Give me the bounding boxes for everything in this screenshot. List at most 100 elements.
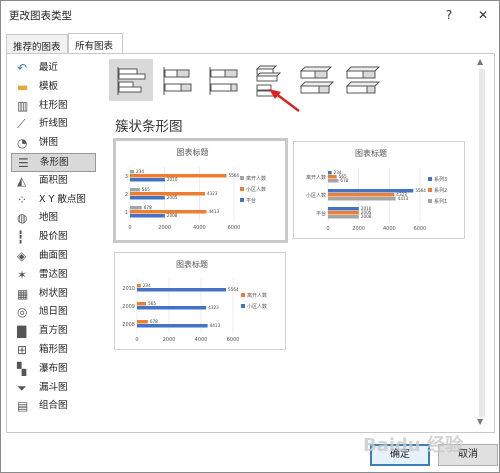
tab-all-charts[interactable]: 所有图表 xyxy=(68,33,123,54)
stacked-bar-icon xyxy=(163,67,192,95)
chart-title: 图表标题 xyxy=(177,147,209,157)
pie-chart-icon: ◔ xyxy=(17,136,28,151)
category-label: 小区人数 xyxy=(306,192,326,199)
chart-preview-2[interactable]: 图表标题 0 2000 4000 6000 平台 2008 2005 2010 小区人数 4413 4… xyxy=(293,141,465,239)
sidebar-item-label: 树状图 xyxy=(39,287,68,299)
sidebar-item-label: 箱形图 xyxy=(39,343,68,355)
category-label: 离开人数 xyxy=(306,174,326,181)
sidebar-item-label: 地图 xyxy=(39,212,59,224)
bar xyxy=(137,284,141,288)
sidebar-item-label: 柱形图 xyxy=(39,99,68,111)
stock-chart-icon: ┇ xyxy=(17,230,25,245)
category-label: 2009 xyxy=(122,304,135,310)
data-label: 2008 xyxy=(167,213,178,218)
data-label: 678 xyxy=(150,319,158,324)
histogram-chart-icon: ▇ xyxy=(17,324,27,339)
sidebar-item-sunburst-chart[interactable]: ◎ 旭日图 xyxy=(11,303,96,322)
sidebar-item-column-chart[interactable]: ▥ 柱形图 xyxy=(11,97,96,116)
sidebar-item-combo-chart[interactable]: ▤ 组合图 xyxy=(11,397,96,416)
sidebar-item-area-chart[interactable]: ◭ 面积图 xyxy=(11,172,96,191)
data-label: 4323 xyxy=(396,192,407,197)
x-tick-label: 6000 xyxy=(227,337,240,343)
red-arrow-annotation xyxy=(269,89,300,112)
data-label: 2010 xyxy=(361,206,372,211)
chart-preview-1[interactable]: 图表标题 0 2000 4000 6000 1 2008 4413 678 2 2005 4323 56… xyxy=(113,138,288,243)
sidebar-item-funnel-chart[interactable]: ⏷ 漏斗图 xyxy=(11,379,96,398)
data-label: 678 xyxy=(144,205,152,210)
category-label: 3 xyxy=(125,174,128,180)
sidebar-item-waterfall-chart[interactable]: ▚ 瀑布图 xyxy=(11,360,96,379)
bar xyxy=(137,306,207,310)
bar-chart-2: 图表标题0 2000 4000 6000平台 200820052010小区人数 44134… xyxy=(306,148,447,232)
legend-swatch xyxy=(428,177,432,181)
subtype-3d-100-stacked-bar[interactable] xyxy=(339,59,383,101)
subtype-100-stacked-bar[interactable] xyxy=(201,59,245,101)
bar xyxy=(328,207,359,211)
sidebar-item-scatter-chart[interactable]: ⁘ X Y 散点图 xyxy=(11,191,96,210)
legend-label: 小区人数 xyxy=(246,186,266,193)
x-tick-label: 0 xyxy=(326,226,329,232)
vertical-scrollbar[interactable]: ▲ ▼ xyxy=(473,57,491,429)
scatter-chart-icon: ⁘ xyxy=(17,192,28,207)
bar xyxy=(130,196,165,200)
tab-recommended-charts[interactable]: 推荐的图表 xyxy=(6,34,68,54)
sidebar-item-radar-chart[interactable]: ✶ 雷达图 xyxy=(11,266,96,285)
x-tick-label: 4000 xyxy=(383,226,396,232)
sidebar-item-label: 饼图 xyxy=(39,137,59,149)
subtype-clustered-bar[interactable] xyxy=(109,59,153,101)
category-label: 2 xyxy=(125,192,128,198)
sidebar-item-folder[interactable]: ▬ 模板 xyxy=(11,78,96,97)
legend-swatch xyxy=(241,293,245,297)
x-tick-label: 6000 xyxy=(228,225,241,231)
sidebar-item-stock-chart[interactable]: ┇ 股价图 xyxy=(11,228,96,247)
legend-label: 平台 xyxy=(246,197,256,204)
sidebar-item-histogram-chart[interactable]: ▇ 直方图 xyxy=(11,322,96,341)
percent-stacked-bar-icon xyxy=(209,67,238,95)
close-button[interactable]: ✕ xyxy=(473,5,493,25)
legend-label: 离开人数 xyxy=(247,292,267,299)
legend-label: 小区人数 xyxy=(247,303,267,310)
data-label: 2005 xyxy=(167,195,178,200)
sidebar-item-map-chart[interactable]: ◍ 地图 xyxy=(11,209,96,228)
scroll-track[interactable] xyxy=(479,69,485,417)
bar xyxy=(328,175,337,179)
sidebar-item-bar-chart[interactable]: ☰ 条形图 xyxy=(11,152,96,172)
watermark: Baidu 经验 xyxy=(359,427,499,463)
x-tick-label: 2000 xyxy=(352,226,365,232)
bar xyxy=(130,192,205,196)
waterfall-chart-icon: ▚ xyxy=(17,361,27,376)
sidebar-item-pie-chart[interactable]: ◔ 饼图 xyxy=(11,134,96,153)
data-label: 5564 xyxy=(228,173,239,178)
scroll-up-icon[interactable]: ▲ xyxy=(477,57,483,66)
x-tick-label: 4000 xyxy=(195,337,208,343)
chart-preview-3[interactable]: 图表标题 0 2000 4000 6000 2008 4413 678 2009 4323 565 2… xyxy=(114,252,286,350)
data-label: 234 xyxy=(143,283,151,288)
subtype-stacked-bar[interactable] xyxy=(155,59,199,101)
combo-chart-icon: ▤ xyxy=(17,399,29,414)
sidebar-item-label: 股价图 xyxy=(39,231,68,243)
legend-label: 系列3 xyxy=(434,176,447,183)
bar xyxy=(130,170,135,174)
sidebar-item-line-chart[interactable]: ⟋ 折线图 xyxy=(11,115,96,134)
scroll-down-icon[interactable]: ▼ xyxy=(477,417,483,426)
sidebar-item-surface-chart[interactable]: ◈ 曲面图 xyxy=(11,247,96,266)
bar xyxy=(130,174,227,178)
sidebar-item-treemap-chart[interactable]: ▦ 树状图 xyxy=(11,285,96,304)
sidebar-item-label: 瀑布图 xyxy=(39,362,68,374)
sidebar-item-box-whisker-chart[interactable]: ⊞ 箱形图 xyxy=(11,341,96,360)
legend-swatch xyxy=(240,198,244,202)
legend-swatch xyxy=(241,304,245,308)
clustered-bar-icon xyxy=(117,67,146,95)
bar-chart-3: 图表标题 0 2000 4000 6000 2008 4413 678 2009 4323 565 2… xyxy=(122,259,267,343)
change-chart-type-dialog: 更改图表类型 ? ✕ 推荐的图表 所有图表 ↶ 最近 ▬ 模板 ▥ 柱形图 ⟋ 折线图 ◔ 饼图 ☰… xyxy=(0,0,500,473)
sidebar-item-label: 雷达图 xyxy=(39,268,68,280)
chart-title: 图表标题 xyxy=(355,148,387,158)
data-label: 565 xyxy=(148,301,156,306)
sidebar-item-label: X Y 散点图 xyxy=(39,193,86,205)
data-label: 2010 xyxy=(167,177,178,182)
sidebar-item-undo[interactable]: ↶ 最近 xyxy=(11,59,96,78)
data-label: 5564 xyxy=(415,188,426,193)
column-chart-icon: ▥ xyxy=(17,98,29,113)
x-tick-label: 0 xyxy=(128,225,131,231)
help-button[interactable]: ? xyxy=(439,5,459,25)
